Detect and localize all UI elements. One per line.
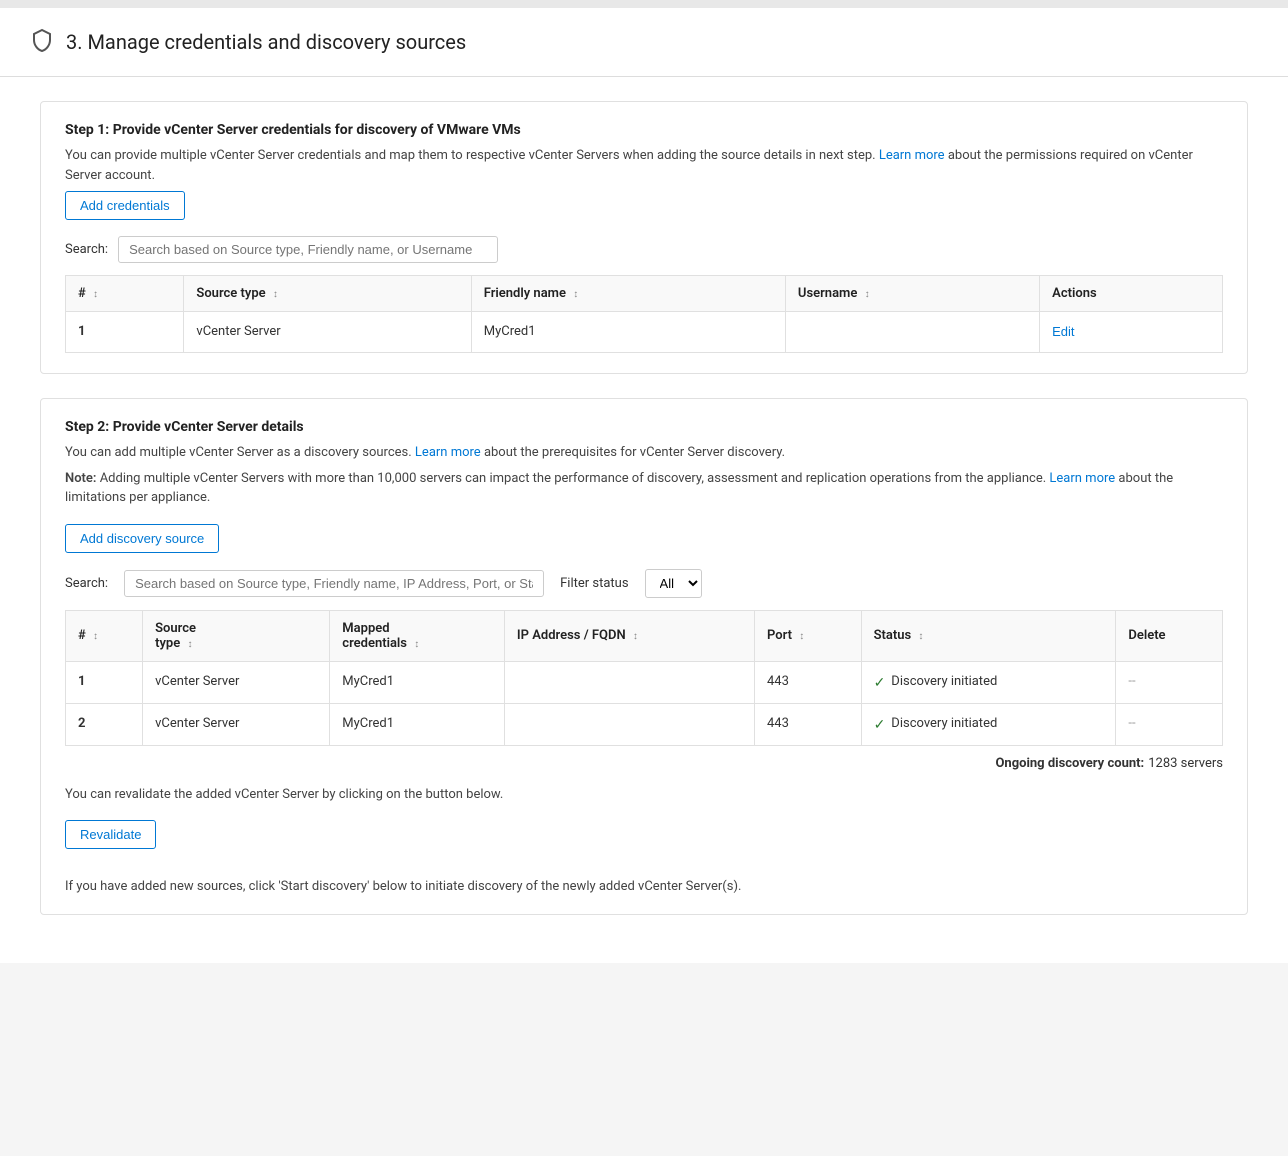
cell-username xyxy=(785,312,1039,353)
sort2-port: ↕ xyxy=(799,631,804,642)
cell-num: 1 xyxy=(66,312,184,353)
sort2-creds: ↕ xyxy=(414,639,419,650)
add-discovery-source-button[interactable]: Add discovery source xyxy=(65,524,219,553)
step1-search-input[interactable] xyxy=(118,236,498,263)
step1-learn-more-link[interactable]: Learn more xyxy=(879,148,945,163)
cell2-source-type: vCenter Server xyxy=(143,703,330,745)
step2-filter-row: Search: Filter status All xyxy=(65,569,1223,598)
col2-num: # ↕ xyxy=(66,610,143,661)
step2-card: Step 2: Provide vCenter Server details Y… xyxy=(40,398,1248,915)
step2-learn-more-link[interactable]: Learn more xyxy=(415,445,481,460)
col-source-type: Source type ↕ xyxy=(184,276,471,312)
sort2-status: ↕ xyxy=(918,631,923,642)
col2-delete: Delete xyxy=(1116,610,1223,661)
step1-search-row: Search: xyxy=(65,236,1223,263)
page-title: 3. Manage credentials and discovery sour… xyxy=(66,30,466,54)
status-text: Discovery initiated xyxy=(891,716,997,731)
ongoing-row: Ongoing discovery count: 1283 servers xyxy=(65,756,1223,771)
edit-button[interactable]: Edit xyxy=(1052,324,1074,339)
sort2-ip: ↕ xyxy=(633,631,638,642)
footer-note: If you have added new sources, click 'St… xyxy=(65,879,1223,894)
cell2-mapped-creds: MyCred1 xyxy=(330,661,505,703)
step2-search-label: Search: xyxy=(65,576,108,591)
col2-mapped-creds: Mappedcredentials ↕ xyxy=(330,610,505,661)
step1-desc: You can provide multiple vCenter Server … xyxy=(65,146,1223,185)
status-text: Discovery initiated xyxy=(891,674,997,689)
ongoing-value: 1283 servers xyxy=(1148,756,1223,771)
step1-table-body: 1 vCenter Server MyCred1 Edit xyxy=(66,312,1223,353)
step1-table-head: # ↕ Source type ↕ Friendly name ↕ Userna… xyxy=(66,276,1223,312)
top-bar xyxy=(0,0,1288,8)
table-row: 1 vCenter Server MyCred1 Edit xyxy=(66,312,1223,353)
can-revalidate-text: You can revalidate the added vCenter Ser… xyxy=(65,785,1223,805)
cell-friendly-name: MyCred1 xyxy=(471,312,785,353)
cell2-delete: -- xyxy=(1116,703,1223,745)
check-icon: ✓ xyxy=(874,717,886,733)
step2-note: Note: Adding multiple vCenter Servers wi… xyxy=(65,469,1223,508)
cell-actions: Edit xyxy=(1040,312,1223,353)
step2-table: # ↕ Sourcetype ↕ Mappedcredentials ↕ IP … xyxy=(65,610,1223,746)
sort-icon-friendly: ↕ xyxy=(573,289,578,300)
col-actions: Actions xyxy=(1040,276,1223,312)
ongoing-label: Ongoing discovery count: xyxy=(995,756,1144,771)
cell2-source-type: vCenter Server xyxy=(143,661,330,703)
cell2-mapped-creds: MyCred1 xyxy=(330,703,505,745)
step2-desc1: You can add multiple vCenter Server as a… xyxy=(65,443,1223,463)
cell2-ip xyxy=(504,703,754,745)
revalidate-button[interactable]: Revalidate xyxy=(65,820,156,849)
filter-status-label: Filter status xyxy=(560,576,628,591)
step1-search-label: Search: xyxy=(65,242,108,257)
step1-title: Step 1: Provide vCenter Server credentia… xyxy=(65,122,1223,138)
col2-status: Status ↕ xyxy=(861,610,1116,661)
cell2-status: ✓ Discovery initiated xyxy=(861,703,1116,745)
page-wrapper: 3. Manage credentials and discovery sour… xyxy=(0,0,1288,963)
col-num: # ↕ xyxy=(66,276,184,312)
step2-table-body: 1 vCenter Server MyCred1 443 ✓ Discovery… xyxy=(66,661,1223,745)
cell2-port: 443 xyxy=(754,661,861,703)
col-friendly-name: Friendly name ↕ xyxy=(471,276,785,312)
sort2-num: ↕ xyxy=(93,631,98,642)
step1-card: Step 1: Provide vCenter Server credentia… xyxy=(40,101,1248,374)
sort-icon-num: ↕ xyxy=(93,289,98,300)
step2-title: Step 2: Provide vCenter Server details xyxy=(65,419,1223,435)
step1-table: # ↕ Source type ↕ Friendly name ↕ Userna… xyxy=(65,275,1223,353)
col-username: Username ↕ xyxy=(785,276,1039,312)
col2-port: Port ↕ xyxy=(754,610,861,661)
cell2-delete: -- xyxy=(1116,661,1223,703)
sort-icon-username: ↕ xyxy=(865,289,870,300)
add-credentials-button[interactable]: Add credentials xyxy=(65,191,185,220)
cell2-status: ✓ Discovery initiated xyxy=(861,661,1116,703)
cell2-num: 1 xyxy=(66,661,143,703)
cell-source-type: vCenter Server xyxy=(184,312,471,353)
step2-note-link[interactable]: Learn more xyxy=(1049,471,1115,486)
table-row: 1 vCenter Server MyCred1 443 ✓ Discovery… xyxy=(66,661,1223,703)
col2-source-type: Sourcetype ↕ xyxy=(143,610,330,661)
shield-icon xyxy=(30,28,54,56)
page-header: 3. Manage credentials and discovery sour… xyxy=(0,8,1288,77)
check-icon: ✓ xyxy=(874,675,886,691)
sort2-source: ↕ xyxy=(187,639,192,650)
cell2-ip xyxy=(504,661,754,703)
table-row: 2 vCenter Server MyCred1 443 ✓ Discovery… xyxy=(66,703,1223,745)
sort-icon-source: ↕ xyxy=(273,289,278,300)
revalidate-row: You can revalidate the added vCenter Ser… xyxy=(65,785,1223,866)
step2-table-head: # ↕ Sourcetype ↕ Mappedcredentials ↕ IP … xyxy=(66,610,1223,661)
cell2-port: 443 xyxy=(754,703,861,745)
step2-search-input[interactable] xyxy=(124,570,544,597)
col2-ip: IP Address / FQDN ↕ xyxy=(504,610,754,661)
content-area: Step 1: Provide vCenter Server credentia… xyxy=(0,77,1288,963)
cell2-num: 2 xyxy=(66,703,143,745)
filter-status-select[interactable]: All xyxy=(645,569,702,598)
